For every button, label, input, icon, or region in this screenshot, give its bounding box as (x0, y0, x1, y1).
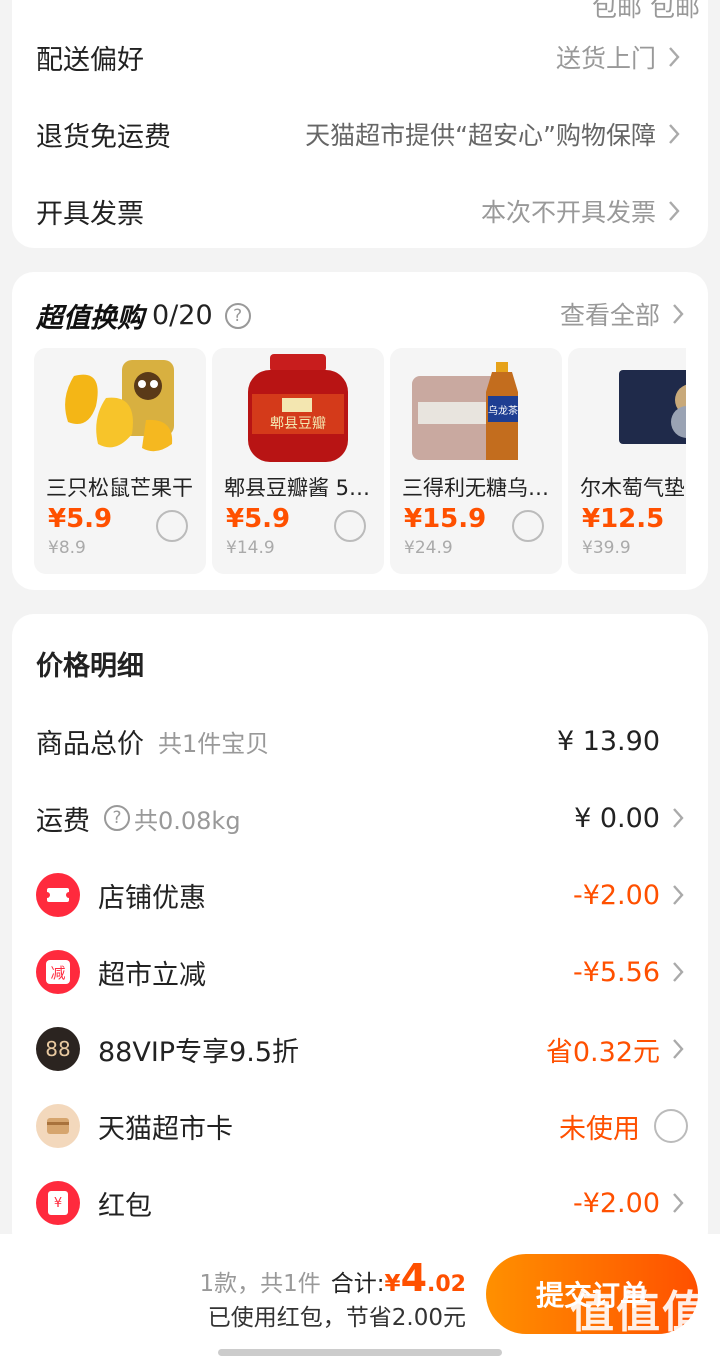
chevron-right-icon (664, 42, 684, 72)
chevron-right-icon (668, 1188, 688, 1218)
chevron-right-icon (668, 1034, 688, 1064)
product-original-price: ¥24.9 (404, 538, 453, 558)
oolong-tea-image: 乌龙茶 (412, 362, 518, 460)
row-value: 送货上门 (555, 44, 656, 73)
svg-text:乌龙茶: 乌龙茶 (488, 404, 518, 417)
reduce-icon: 减 (36, 950, 80, 994)
vip-88-icon: 88 (36, 1027, 80, 1071)
swap-title: 超值换购 0/20 ? (36, 296, 251, 335)
row-label: 商品总价 (36, 728, 144, 760)
swap-product-card[interactable]: 郫县豆瓣 郫县豆瓣酱 500g ¥5.9 ¥14.9 (212, 348, 384, 574)
total-integer: 4 (400, 1256, 428, 1300)
watermark: 值值值 zhizhizhi.com (570, 1276, 708, 1356)
cushion-product-image (619, 370, 686, 444)
product-price: ¥15.9 (404, 504, 487, 534)
product-name: 尔木萄气垫 (580, 476, 684, 500)
swap-title-text: 超值换购 (36, 303, 144, 334)
delivery-card: 包邮 包邮 配送偏好 送货上门 退货免运费 天猫超市提供“超安心”购物保障 开具… (12, 0, 708, 248)
total-currency: ¥ (384, 1271, 401, 1297)
swap-count: 0/20 (152, 300, 213, 331)
supermarket-card-row[interactable]: 天猫超市卡 未使用 (36, 1098, 688, 1154)
red-packet-icon: ¥ (36, 1181, 80, 1225)
row-label: 店铺优惠 (98, 882, 206, 914)
product-name: 三得利无糖乌龙茶 (402, 476, 554, 500)
select-radio[interactable] (156, 510, 188, 542)
chevron-right-icon (668, 880, 688, 910)
row-sub: 共1件宝贝 (158, 729, 270, 758)
product-original-price: ¥8.9 (48, 538, 86, 558)
row-value: 天猫超市提供“超安心”购物保障 (305, 121, 656, 150)
invoice-row[interactable]: 开具发票 本次不开具发票 (36, 181, 684, 241)
row-label: 开具发票 (36, 198, 144, 230)
view-all-link[interactable]: 查看全部 (560, 296, 688, 332)
home-indicator[interactable] (218, 1349, 502, 1356)
mango-product-image (65, 360, 174, 452)
swap-product-card[interactable]: 三只松鼠芒果干 ¥5.9 ¥8.9 (34, 348, 206, 574)
row-label: 红包 (98, 1190, 152, 1222)
card-select-radio[interactable] (654, 1109, 688, 1143)
vip-discount-row[interactable]: 88 88VIP专享9.5折 省0.32元 (36, 1021, 688, 1077)
swap-card: 超值换购 0/20 ? 查看全部 三只松鼠芒果干 ¥5.9 ¥8.9 郫县豆瓣 … (12, 272, 708, 590)
total-label: 合计: (330, 1271, 385, 1297)
shop-discount-row[interactable]: 店铺优惠 -¥2.00 (36, 867, 688, 923)
product-name: 三只松鼠芒果干 (46, 476, 193, 500)
row-label: 天猫超市卡 (98, 1113, 233, 1145)
return-free-shipping-row[interactable]: 退货免运费 天猫超市提供“超安心”购物保障 (36, 104, 684, 164)
chevron-right-icon (664, 119, 684, 149)
watermark-url: zhizhizhi.com (581, 1340, 697, 1356)
saved-text: 已使用红包，节省2.00元 (207, 1305, 466, 1331)
row-amount: 省0.32元 (545, 1036, 660, 1068)
product-original-price: ¥14.9 (226, 538, 275, 558)
row-label: 运费 (36, 805, 90, 837)
card-icon (36, 1104, 80, 1148)
product-original-price: ¥39.9 (582, 538, 631, 558)
row-amount: 未使用 (559, 1113, 640, 1145)
coupon-icon (36, 873, 80, 917)
row-sub: 共0.08kg (134, 806, 241, 835)
svg-text:郫县豆瓣: 郫县豆瓣 (270, 416, 326, 432)
red-packet-row[interactable]: ¥ 红包 -¥2.00 (36, 1175, 688, 1231)
row-amount: ¥ 13.90 (556, 725, 660, 757)
watermark-text: 值值值 (570, 1287, 708, 1338)
row-amount: -¥2.00 (572, 879, 660, 911)
price-detail-title: 价格明细 (36, 651, 144, 682)
row-label: 超市立减 (98, 959, 206, 991)
top-cut-text: 包邮 包邮 (592, 0, 700, 22)
row-label: 退货免运费 (36, 121, 171, 153)
swap-product-card[interactable]: 尔木萄气垫 ¥12.5 ¥39.9 (568, 348, 686, 574)
row-amount: -¥2.00 (572, 1187, 660, 1219)
product-name: 郫县豆瓣酱 500g (224, 476, 376, 500)
goods-total-row: 商品总价 共1件宝贝 ¥ 13.90 (36, 713, 688, 769)
row-label: 88VIP专享9.5折 (98, 1036, 300, 1068)
bean-paste-jar-image: 郫县豆瓣 (248, 354, 348, 462)
delivery-preference-row[interactable]: 配送偏好 送货上门 (36, 27, 684, 87)
product-price: ¥5.9 (48, 504, 113, 534)
row-amount: ¥ 0.00 (574, 802, 660, 834)
row-label: 配送偏好 (36, 44, 144, 76)
select-radio[interactable] (512, 510, 544, 542)
row-value: 本次不开具发票 (480, 198, 656, 227)
product-price: ¥5.9 (226, 504, 291, 534)
item-count: 1款，共1件 (199, 1271, 321, 1297)
price-detail-card: 价格明细 商品总价 共1件宝贝 ¥ 13.90 运费 ? 共0.08kg ¥ 0… (12, 614, 708, 1254)
help-icon[interactable]: ? (224, 302, 251, 329)
help-icon[interactable]: ? (104, 805, 130, 831)
chevron-right-icon (668, 803, 688, 833)
total-decimal: .02 (427, 1272, 466, 1297)
product-price: ¥12.5 (582, 504, 665, 534)
chevron-right-icon (668, 299, 688, 329)
chevron-right-icon (668, 957, 688, 987)
view-all-label: 查看全部 (559, 301, 660, 330)
shipping-row[interactable]: 运费 ? 共0.08kg ¥ 0.00 (36, 790, 688, 846)
chevron-right-icon (664, 196, 684, 226)
select-radio[interactable] (334, 510, 366, 542)
swap-product-card[interactable]: 乌龙茶 三得利无糖乌龙茶 ¥15.9 ¥24.9 (390, 348, 562, 574)
supermarket-reduce-row[interactable]: 减 超市立减 -¥5.56 (36, 944, 688, 1000)
row-amount: -¥5.56 (572, 956, 660, 988)
order-summary: 1款，共1件 合计: ¥ 4 .02 (200, 1256, 466, 1300)
